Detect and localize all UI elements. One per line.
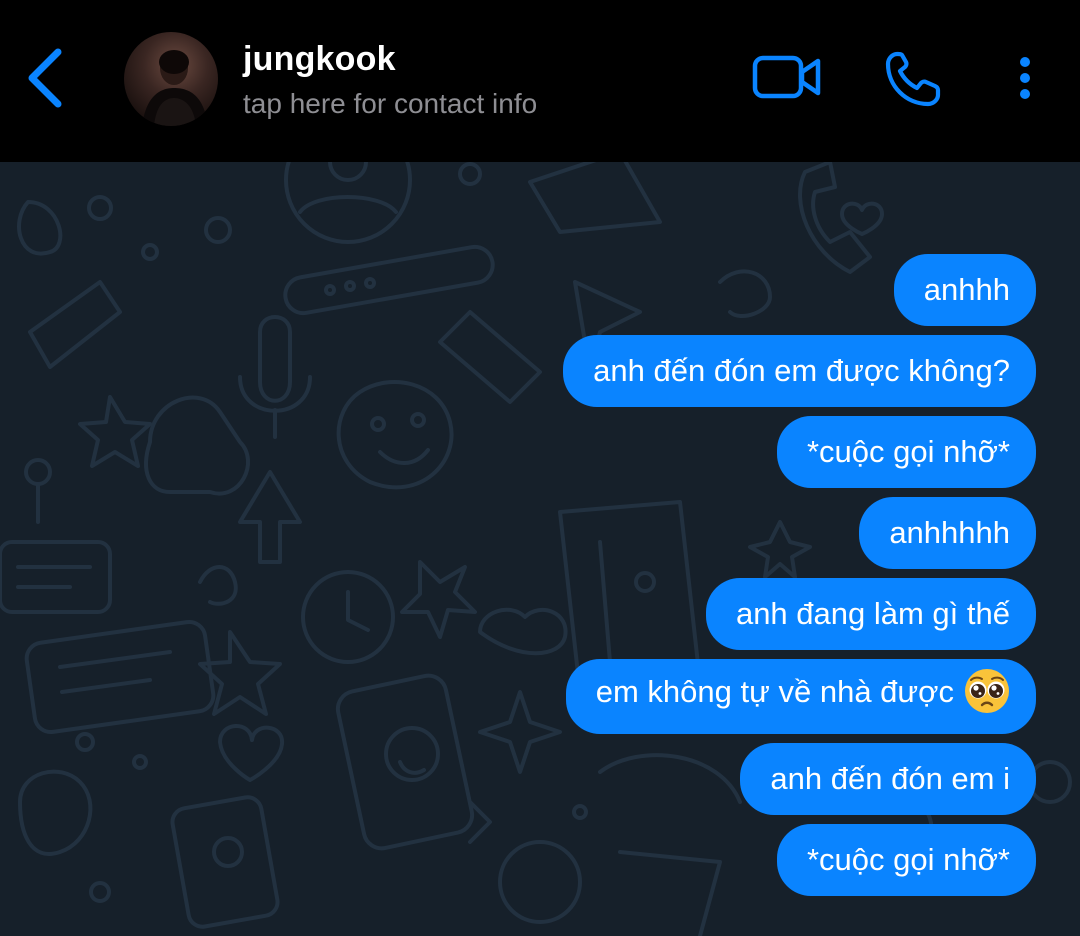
outgoing-message[interactable]: em không tự về nhà được [565, 659, 1036, 734]
outgoing-message[interactable]: *cuộc gọi nhỡ* [776, 416, 1036, 488]
video-camera-icon[interactable] [752, 52, 822, 102]
more-vertical-icon[interactable] [1010, 56, 1040, 100]
outgoing-message[interactable]: anhhhhh [859, 497, 1036, 569]
outgoing-message[interactable]: anh đến đón em được không? [563, 335, 1036, 407]
outgoing-message[interactable]: anh đến đón em i [740, 742, 1036, 815]
outgoing-message[interactable]: anhhh [893, 254, 1036, 326]
pleading-face-emoji [965, 668, 1009, 713]
contact-name[interactable]: jungkook [243, 40, 396, 79]
chat-screen: jungkook tap here for contact info anhhh… [0, 0, 1080, 936]
message-list[interactable]: anhhh anh đến đón em được không? *cuộc g… [0, 162, 1080, 936]
contact-info-hint[interactable]: tap here for contact info [243, 88, 537, 120]
message-text: em không tự về nhà được [595, 674, 954, 709]
chevron-left-icon[interactable] [24, 46, 68, 110]
chat-header: jungkook tap here for contact info [0, 0, 1080, 162]
contact-avatar[interactable] [124, 32, 218, 126]
phone-icon[interactable] [884, 50, 944, 108]
outgoing-message[interactable]: *cuộc gọi nhỡ* [776, 823, 1036, 896]
message-group: anhhh anh đến đón em được không? *cuộc g… [563, 254, 1036, 896]
outgoing-message[interactable]: anh đang làm gì thế [705, 578, 1036, 650]
